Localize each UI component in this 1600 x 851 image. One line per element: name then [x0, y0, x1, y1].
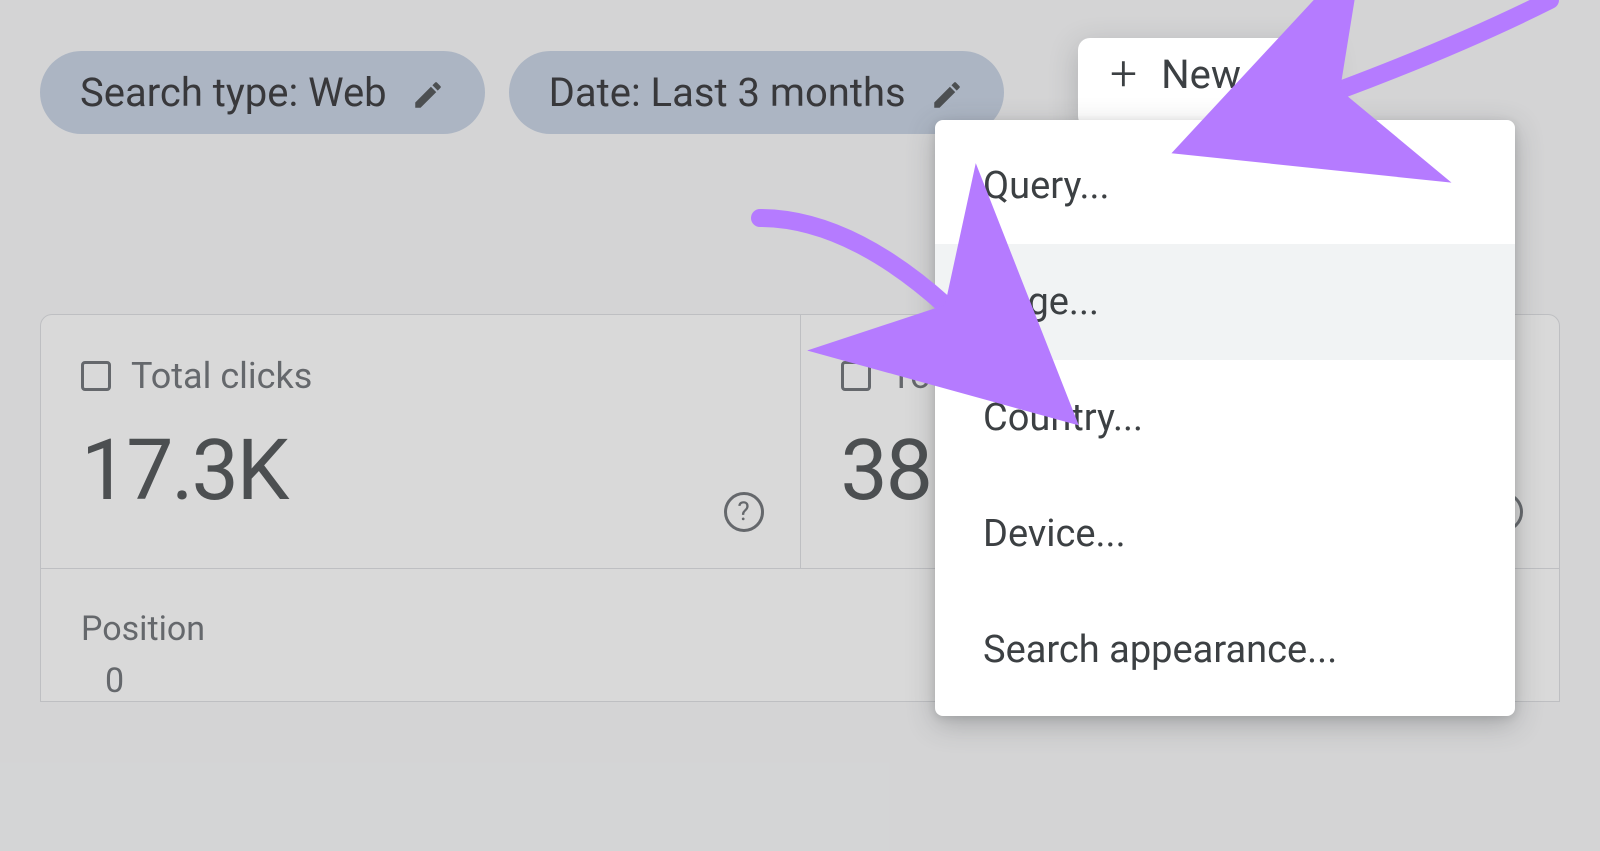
help-icon[interactable]: ? [724, 492, 764, 532]
clicks-value: 17.3K [81, 421, 760, 520]
date-filter[interactable]: Date: Last 3 months [509, 51, 1004, 134]
clicks-label: Total clicks [131, 355, 312, 397]
dropdown-item-country[interactable]: Country... [935, 360, 1515, 476]
new-label: New [1161, 51, 1241, 98]
dropdown-item-page[interactable]: Page... [935, 244, 1515, 360]
new-filter-button[interactable]: + New [1110, 50, 1241, 98]
new-filter-dropdown: Query... Page... Country... Device... Se… [935, 120, 1515, 716]
impressions-checkbox[interactable] [841, 361, 871, 391]
date-label: Date: Last 3 months [549, 69, 906, 116]
dropdown-item-search-appearance[interactable]: Search appearance... [935, 592, 1515, 708]
dropdown-item-query[interactable]: Query... [935, 128, 1515, 244]
plus-icon: + [1110, 50, 1137, 98]
total-clicks-card[interactable]: Total clicks 17.3K ? [41, 315, 801, 568]
dropdown-item-device[interactable]: Device... [935, 476, 1515, 592]
search-type-filter[interactable]: Search type: Web [40, 51, 485, 134]
pencil-icon [411, 75, 445, 109]
metric-header: Total clicks [81, 355, 760, 397]
clicks-checkbox[interactable] [81, 361, 111, 391]
search-type-label: Search type: Web [80, 69, 387, 116]
pencil-icon [930, 75, 964, 109]
